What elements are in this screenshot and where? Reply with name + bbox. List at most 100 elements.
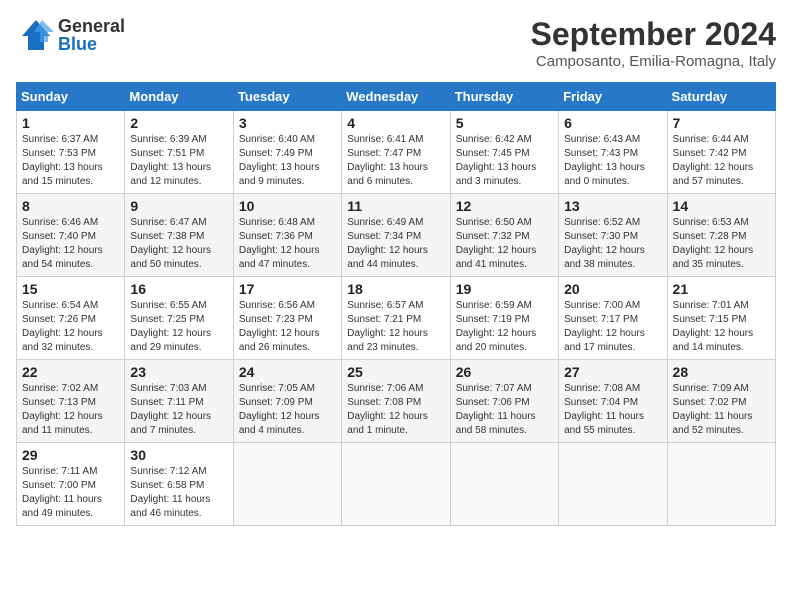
sunset-text: Sunset: 7:17 PM xyxy=(564,314,638,325)
sunset-text: Sunset: 7:21 PM xyxy=(347,314,421,325)
calendar-cell: 3 Sunrise: 6:40 AM Sunset: 7:49 PM Dayli… xyxy=(233,111,341,194)
daylight-text: Daylight: 12 hours and 23 minutes. xyxy=(347,328,428,353)
daylight-text: Daylight: 12 hours and 38 minutes. xyxy=(564,245,645,270)
sunrise-text: Sunrise: 6:59 AM xyxy=(456,300,532,311)
calendar-cell: 30 Sunrise: 7:12 AM Sunset: 6:58 PM Dayl… xyxy=(125,443,233,526)
sunrise-text: Sunrise: 7:02 AM xyxy=(22,383,98,394)
calendar-week-5: 29 Sunrise: 7:11 AM Sunset: 7:00 PM Dayl… xyxy=(17,443,776,526)
calendar-cell: 24 Sunrise: 7:05 AM Sunset: 7:09 PM Dayl… xyxy=(233,360,341,443)
daylight-text: Daylight: 12 hours and 44 minutes. xyxy=(347,245,428,270)
daylight-text: Daylight: 11 hours and 58 minutes. xyxy=(456,411,536,436)
sunset-text: Sunset: 7:26 PM xyxy=(22,314,96,325)
day-number: 4 xyxy=(347,115,444,131)
daylight-text: Daylight: 12 hours and 29 minutes. xyxy=(130,328,211,353)
day-number: 30 xyxy=(130,447,227,463)
sunset-text: Sunset: 7:51 PM xyxy=(130,148,204,159)
calendar-cell: 7 Sunrise: 6:44 AM Sunset: 7:42 PM Dayli… xyxy=(667,111,775,194)
sunrise-text: Sunrise: 7:05 AM xyxy=(239,383,315,394)
day-number: 22 xyxy=(22,364,119,380)
daylight-text: Daylight: 12 hours and 35 minutes. xyxy=(673,245,754,270)
sunset-text: Sunset: 7:43 PM xyxy=(564,148,638,159)
calendar-cell: 6 Sunrise: 6:43 AM Sunset: 7:43 PM Dayli… xyxy=(559,111,667,194)
sunset-text: Sunset: 7:25 PM xyxy=(130,314,204,325)
sunrise-text: Sunrise: 6:43 AM xyxy=(564,134,640,145)
sunrise-text: Sunrise: 6:41 AM xyxy=(347,134,423,145)
sunrise-text: Sunrise: 6:40 AM xyxy=(239,134,315,145)
sunrise-text: Sunrise: 7:07 AM xyxy=(456,383,532,394)
calendar-cell: 25 Sunrise: 7:06 AM Sunset: 7:08 PM Dayl… xyxy=(342,360,450,443)
daylight-text: Daylight: 11 hours and 55 minutes. xyxy=(564,411,644,436)
calendar-cell xyxy=(450,443,558,526)
sunset-text: Sunset: 7:09 PM xyxy=(239,397,313,408)
sunrise-text: Sunrise: 6:42 AM xyxy=(456,134,532,145)
sunrise-text: Sunrise: 7:09 AM xyxy=(673,383,749,394)
logo: General Blue xyxy=(16,16,125,54)
sunrise-text: Sunrise: 7:00 AM xyxy=(564,300,640,311)
sunrise-text: Sunrise: 6:56 AM xyxy=(239,300,315,311)
day-number: 18 xyxy=(347,281,444,297)
calendar-cell: 20 Sunrise: 7:00 AM Sunset: 7:17 PM Dayl… xyxy=(559,277,667,360)
calendar-cell: 27 Sunrise: 7:08 AM Sunset: 7:04 PM Dayl… xyxy=(559,360,667,443)
sunrise-text: Sunrise: 6:53 AM xyxy=(673,217,749,228)
calendar-week-4: 22 Sunrise: 7:02 AM Sunset: 7:13 PM Dayl… xyxy=(17,360,776,443)
title-block: September 2024 Camposanto, Emilia-Romagn… xyxy=(531,16,776,70)
daylight-text: Daylight: 12 hours and 11 minutes. xyxy=(22,411,103,436)
weekday-header-thursday: Thursday xyxy=(450,83,558,111)
daylight-text: Daylight: 13 hours and 0 minutes. xyxy=(564,162,645,187)
sunrise-text: Sunrise: 6:48 AM xyxy=(239,217,315,228)
sunset-text: Sunset: 7:11 PM xyxy=(130,397,203,408)
calendar-cell: 11 Sunrise: 6:49 AM Sunset: 7:34 PM Dayl… xyxy=(342,194,450,277)
main-title: September 2024 xyxy=(531,16,776,53)
calendar-cell: 15 Sunrise: 6:54 AM Sunset: 7:26 PM Dayl… xyxy=(17,277,125,360)
day-number: 7 xyxy=(673,115,770,131)
day-number: 21 xyxy=(673,281,770,297)
calendar-cell: 14 Sunrise: 6:53 AM Sunset: 7:28 PM Dayl… xyxy=(667,194,775,277)
calendar-cell: 8 Sunrise: 6:46 AM Sunset: 7:40 PM Dayli… xyxy=(17,194,125,277)
calendar-table: SundayMondayTuesdayWednesdayThursdayFrid… xyxy=(16,82,776,526)
day-number: 24 xyxy=(239,364,336,380)
daylight-text: Daylight: 12 hours and 1 minute. xyxy=(347,411,428,436)
sunset-text: Sunset: 7:40 PM xyxy=(22,231,96,242)
day-number: 10 xyxy=(239,198,336,214)
calendar-cell xyxy=(233,443,341,526)
weekday-header-saturday: Saturday xyxy=(667,83,775,111)
calendar-cell: 5 Sunrise: 6:42 AM Sunset: 7:45 PM Dayli… xyxy=(450,111,558,194)
sunrise-text: Sunrise: 6:46 AM xyxy=(22,217,98,228)
sunrise-text: Sunrise: 6:55 AM xyxy=(130,300,206,311)
day-number: 16 xyxy=(130,281,227,297)
day-number: 2 xyxy=(130,115,227,131)
sunset-text: Sunset: 6:58 PM xyxy=(130,480,204,491)
calendar-cell: 22 Sunrise: 7:02 AM Sunset: 7:13 PM Dayl… xyxy=(17,360,125,443)
daylight-text: Daylight: 11 hours and 46 minutes. xyxy=(130,494,210,519)
sunset-text: Sunset: 7:30 PM xyxy=(564,231,638,242)
daylight-text: Daylight: 12 hours and 17 minutes. xyxy=(564,328,645,353)
day-number: 23 xyxy=(130,364,227,380)
sunset-text: Sunset: 7:00 PM xyxy=(22,480,96,491)
weekday-header-friday: Friday xyxy=(559,83,667,111)
daylight-text: Daylight: 12 hours and 26 minutes. xyxy=(239,328,320,353)
daylight-text: Daylight: 13 hours and 15 minutes. xyxy=(22,162,103,187)
sunrise-text: Sunrise: 6:49 AM xyxy=(347,217,423,228)
calendar-cell: 9 Sunrise: 6:47 AM Sunset: 7:38 PM Dayli… xyxy=(125,194,233,277)
calendar-cell: 2 Sunrise: 6:39 AM Sunset: 7:51 PM Dayli… xyxy=(125,111,233,194)
day-number: 8 xyxy=(22,198,119,214)
calendar-cell: 26 Sunrise: 7:07 AM Sunset: 7:06 PM Dayl… xyxy=(450,360,558,443)
logo-blue-text: Blue xyxy=(58,35,125,53)
daylight-text: Daylight: 13 hours and 3 minutes. xyxy=(456,162,537,187)
daylight-text: Daylight: 12 hours and 41 minutes. xyxy=(456,245,537,270)
daylight-text: Daylight: 12 hours and 47 minutes. xyxy=(239,245,320,270)
calendar-header: SundayMondayTuesdayWednesdayThursdayFrid… xyxy=(17,83,776,111)
daylight-text: Daylight: 11 hours and 52 minutes. xyxy=(673,411,753,436)
weekday-header-tuesday: Tuesday xyxy=(233,83,341,111)
sunrise-text: Sunrise: 6:37 AM xyxy=(22,134,98,145)
day-number: 11 xyxy=(347,198,444,214)
sunset-text: Sunset: 7:38 PM xyxy=(130,231,204,242)
calendar-cell: 17 Sunrise: 6:56 AM Sunset: 7:23 PM Dayl… xyxy=(233,277,341,360)
day-number: 12 xyxy=(456,198,553,214)
sunrise-text: Sunrise: 6:39 AM xyxy=(130,134,206,145)
calendar-week-1: 1 Sunrise: 6:37 AM Sunset: 7:53 PM Dayli… xyxy=(17,111,776,194)
daylight-text: Daylight: 13 hours and 9 minutes. xyxy=(239,162,320,187)
logo-icon xyxy=(16,16,54,54)
sunrise-text: Sunrise: 6:44 AM xyxy=(673,134,749,145)
calendar-cell: 1 Sunrise: 6:37 AM Sunset: 7:53 PM Dayli… xyxy=(17,111,125,194)
